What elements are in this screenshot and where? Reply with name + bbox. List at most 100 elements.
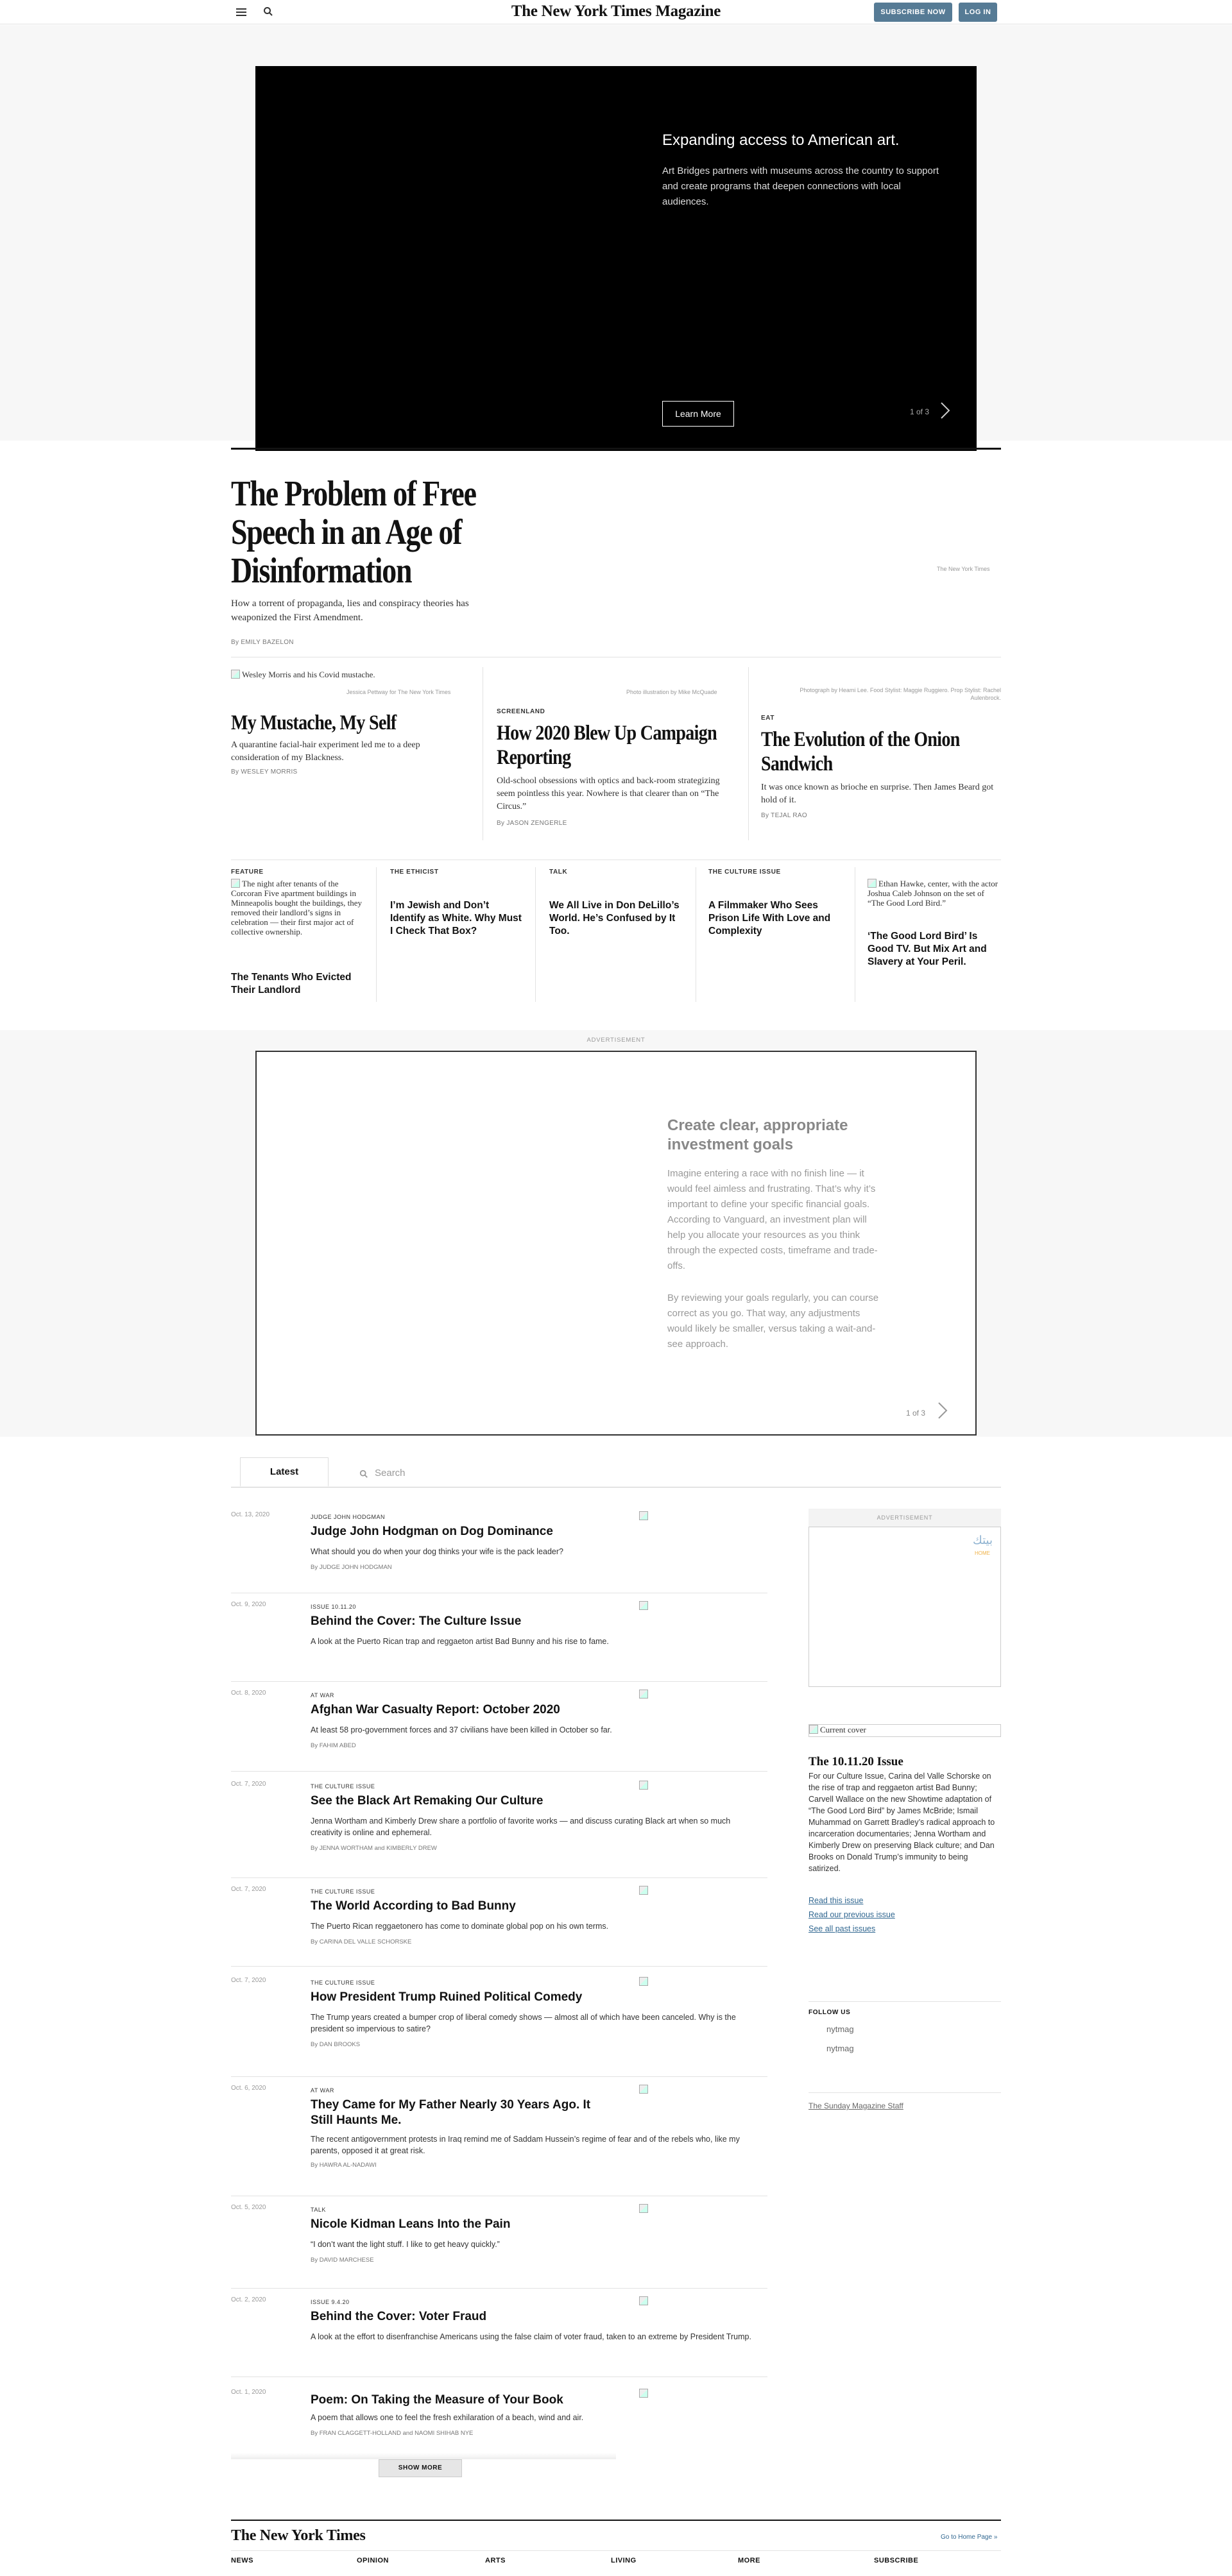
- article-headline[interactable]: A Filmmaker Who Sees Prison Life With Lo…: [708, 899, 843, 938]
- story-thumbnail[interactable]: [639, 2389, 650, 2400]
- list-item[interactable]: Oct. 8, 2020 AT WAR Afghan War Casualty …: [231, 1687, 767, 1772]
- ad-pager: 1 of 3: [906, 1409, 926, 1418]
- footer-nav-news[interactable]: NEWS: [231, 2557, 253, 2564]
- ad-body: Imagine entering a race with no finish l…: [667, 1168, 878, 1271]
- story-headline[interactable]: Judge John Hodgman on Dog Dominance: [311, 1524, 612, 1539]
- sidebar-ad[interactable]: بيتك HOME: [809, 1527, 1001, 1687]
- story-thumbnail[interactable]: [639, 1511, 650, 1523]
- article-image[interactable]: Wesley Morris and his Covid mustache.: [231, 670, 375, 679]
- social-link[interactable]: nytmag: [826, 2044, 854, 2053]
- story-thumbnail[interactable]: [639, 1977, 650, 1988]
- top-ad[interactable]: Expanding access to American art. Art Br…: [255, 66, 977, 451]
- list-item[interactable]: Oct. 2, 2020 ISSUE 9.4.20 Behind the Cov…: [231, 2294, 767, 2377]
- list-item[interactable]: Oct. 5, 2020 TALK Nicole Kidman Leans In…: [231, 2201, 767, 2289]
- list-item[interactable]: Oct. 7, 2020 THE CULTURE ISSUE See the B…: [231, 1778, 767, 1878]
- list-item[interactable]: Oct. 9, 2020 ISSUE 10.11.20 Behind the C…: [231, 1598, 767, 1682]
- story-headline[interactable]: Afghan War Casualty Report: October 2020: [311, 1702, 612, 1718]
- photo-credit: Photo illustration by Mike McQuade: [626, 689, 717, 695]
- story-headline[interactable]: They Came for My Father Nearly 30 Years …: [311, 2097, 612, 2128]
- photo-credit: Photograph by Heami Lee. Food Stylist: M…: [800, 687, 1001, 701]
- story-thumbnail[interactable]: [639, 2204, 650, 2216]
- footer-nav-arts[interactable]: ARTS: [485, 2557, 506, 2564]
- article-kicker[interactable]: SCREENLAND: [497, 708, 545, 715]
- list-item[interactable]: Oct. 7, 2020 THE CULTURE ISSUE The World…: [231, 1883, 767, 1967]
- story-thumbnail[interactable]: [639, 1781, 650, 1792]
- article-headline[interactable]: The Tenants Who Evicted Their Landlord: [231, 971, 366, 997]
- past-issues-link[interactable]: See all past issues: [809, 1924, 875, 1933]
- lead-byline: By EMILY BAZELON: [231, 639, 294, 646]
- lead-headline[interactable]: The Problem of Free Speech in an Age of …: [231, 475, 504, 590]
- follow-label: FOLLOW US: [809, 2009, 851, 2016]
- photo-credit: Jessica Pettway for The New York Times: [346, 689, 451, 695]
- story-thumbnail[interactable]: [639, 1690, 650, 1701]
- article-summary: It was once known as brioche en surprise…: [761, 783, 994, 805]
- home-link[interactable]: Go to Home Page »: [941, 2534, 997, 2541]
- chevron-right-icon[interactable]: [933, 1401, 952, 1423]
- staff-link[interactable]: The Sunday Magazine Staff: [809, 2101, 903, 2110]
- read-issue-link[interactable]: Read this issue: [809, 1896, 863, 1905]
- footer-nav-opinion[interactable]: OPINION: [357, 2557, 389, 2564]
- login-button[interactable]: LOG IN: [959, 3, 997, 22]
- search-input[interactable]: Search: [375, 1468, 406, 1479]
- lead-photo-credit: The New York Times: [937, 566, 990, 572]
- learn-more-button[interactable]: Learn More: [662, 401, 734, 427]
- article-byline: By TEJAL RAO: [761, 812, 807, 819]
- mid-ad-band: ADVERTISEMENT Create clear, appropriate …: [0, 1030, 1232, 1437]
- story-headline[interactable]: Behind the Cover: Voter Fraud: [311, 2309, 612, 2325]
- ad-label: ADVERTISEMENT: [586, 1037, 646, 1044]
- ad-headline: Create clear, appropriate investment goa…: [667, 1117, 848, 1153]
- article-summary: Old-school obsessions with optics and ba…: [497, 776, 720, 811]
- article-summary: A quarantine facial-hair experiment led …: [231, 740, 420, 763]
- tab-latest[interactable]: Latest: [240, 1457, 329, 1487]
- article-kicker[interactable]: TALK: [549, 869, 567, 876]
- story-headline[interactable]: Behind the Cover: The Culture Issue: [311, 1614, 612, 1629]
- story-thumbnail[interactable]: [639, 2296, 650, 2308]
- footer-nav-subscribe[interactable]: SUBSCRIBE: [874, 2557, 918, 2564]
- article-image[interactable]: The night after tenants of the Corcoran …: [231, 879, 366, 936]
- story-headline[interactable]: See the Black Art Remaking Our Culture: [311, 1793, 612, 1809]
- list-item[interactable]: Oct. 1, 2020 Poem: On Taking the Measure…: [231, 2386, 767, 2450]
- issue-title[interactable]: The 10.11.20 Issue: [809, 1755, 903, 1769]
- article-kicker[interactable]: FEATURE: [231, 869, 264, 876]
- footer-nav-living[interactable]: LIVING: [611, 2557, 637, 2564]
- article-image[interactable]: Ethan Hawke, center, with the actor Josh…: [868, 879, 1001, 908]
- ad-headline: Expanding access to American art.: [662, 131, 900, 149]
- article-kicker[interactable]: THE ETHICIST: [390, 869, 439, 876]
- article-headline[interactable]: We All Live in Don DeLillo’s World. He’s…: [549, 899, 684, 938]
- ad-body-2: By reviewing your goals regularly, you c…: [667, 1292, 879, 1350]
- social-link[interactable]: nytmag: [826, 2024, 854, 2034]
- footer-logo[interactable]: The New York Times: [231, 2527, 366, 2545]
- show-more-button[interactable]: SHOW MORE: [379, 2459, 462, 2477]
- mid-ad[interactable]: Create clear, appropriate investment goa…: [255, 1051, 977, 1436]
- chevron-right-icon[interactable]: [936, 401, 955, 420]
- article-headline[interactable]: The Evolution of the Onion Sandwich: [761, 727, 1001, 776]
- story-headline[interactable]: Nicole Kidman Leans Into the Pain: [311, 2217, 612, 2232]
- ad-pager: 1 of 3: [910, 407, 930, 416]
- article-headline[interactable]: ‘The Good Lord Bird’ Is Good TV. But Mix…: [868, 930, 1001, 969]
- list-item[interactable]: Oct. 6, 2020 AT WAR They Came for My Fat…: [231, 2082, 767, 2196]
- article-kicker[interactable]: EAT: [761, 715, 774, 722]
- top-bar: The New York Times Magazine SUBSCRIBE NO…: [0, 0, 1232, 24]
- ad-logo-sub: HOME: [975, 1550, 990, 1556]
- article-headline[interactable]: How 2020 Blew Up Campaign Reporting: [497, 721, 753, 770]
- story-thumbnail[interactable]: [639, 1601, 650, 1613]
- footer-nav-more[interactable]: MORE: [738, 2557, 760, 2564]
- masthead-logo[interactable]: The New York Times Magazine: [0, 3, 1232, 21]
- story-thumbnail[interactable]: [639, 2085, 650, 2096]
- article-kicker[interactable]: THE CULTURE ISSUE: [708, 869, 781, 876]
- read-previous-link[interactable]: Read our previous issue: [809, 1910, 895, 1919]
- ad-body: Art Bridges partners with museums across…: [662, 165, 939, 207]
- list-item[interactable]: Oct. 13, 2020 JUDGE JOHN HODGMAN Judge J…: [231, 1509, 767, 1593]
- story-headline[interactable]: How President Trump Ruined Political Com…: [311, 1990, 612, 2005]
- list-item[interactable]: Oct. 7, 2020 THE CULTURE ISSUE How Presi…: [231, 1974, 767, 2077]
- subscribe-button[interactable]: SUBSCRIBE NOW: [874, 3, 952, 22]
- story-headline[interactable]: The World According to Bad Bunny: [311, 1899, 612, 1914]
- ad-logo: بيتك: [972, 1534, 993, 1546]
- article-headline[interactable]: I’m Jewish and Don’t Identify as White. …: [390, 899, 525, 938]
- story-thumbnail[interactable]: [639, 1886, 650, 1897]
- search-icon: [359, 1470, 368, 1482]
- article-headline[interactable]: My Mustache, My Self: [231, 711, 397, 735]
- top-ad-band: Expanding access to American art. Art Br…: [0, 25, 1232, 451]
- story-headline[interactable]: Poem: On Taking the Measure of Your Book: [311, 2393, 612, 2408]
- current-cover-image[interactable]: Current cover: [809, 1724, 1001, 1737]
